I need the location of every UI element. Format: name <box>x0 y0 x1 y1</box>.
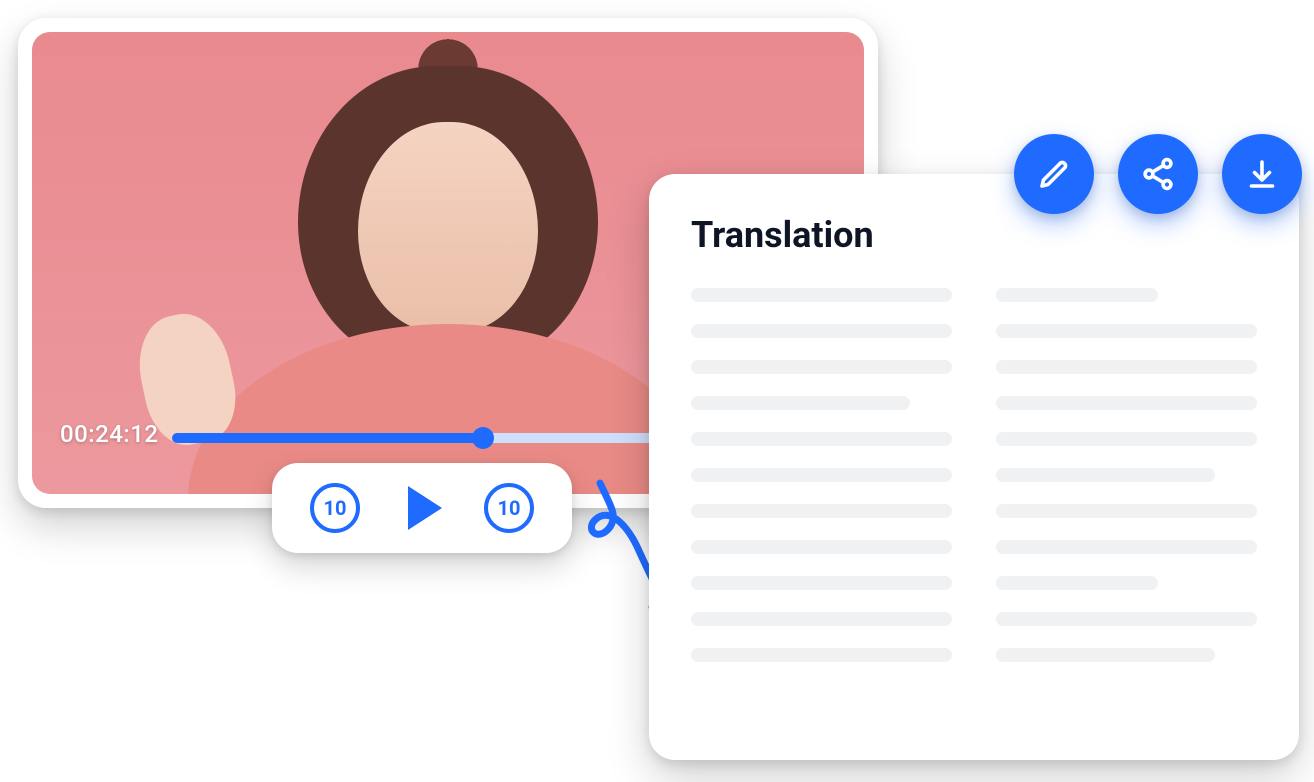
rewind-10-label: 10 <box>324 496 347 520</box>
translation-line <box>691 576 952 590</box>
translation-line <box>691 360 952 374</box>
translation-line <box>996 324 1257 338</box>
translation-line <box>691 540 952 554</box>
action-button-row <box>1014 134 1302 214</box>
translation-line <box>691 432 952 446</box>
translation-title: Translation <box>691 214 1257 256</box>
download-button[interactable] <box>1222 134 1302 214</box>
edit-button[interactable] <box>1014 134 1094 214</box>
rewind-10-button[interactable]: 10 <box>310 483 360 533</box>
share-icon <box>1140 156 1176 192</box>
translation-line <box>996 576 1158 590</box>
play-button[interactable] <box>394 480 450 536</box>
forward-10-button[interactable]: 10 <box>484 483 534 533</box>
video-timestamp: 00:24:12 <box>60 420 159 448</box>
translation-line <box>996 288 1158 302</box>
download-icon <box>1244 156 1280 192</box>
translation-line <box>691 288 952 302</box>
forward-10-label: 10 <box>498 496 521 520</box>
share-button[interactable] <box>1118 134 1198 214</box>
translation-line <box>996 612 1257 626</box>
translation-line <box>691 396 910 410</box>
translation-line <box>691 468 952 482</box>
translation-body <box>691 288 1257 662</box>
translation-line <box>996 360 1257 374</box>
pencil-icon <box>1036 156 1072 192</box>
translation-line <box>691 504 952 518</box>
translation-line <box>691 612 952 626</box>
subject-face <box>358 122 538 332</box>
translation-line <box>996 396 1257 410</box>
scrub-thumb[interactable] <box>472 427 494 449</box>
translation-line <box>691 324 952 338</box>
translation-panel: Translation <box>649 174 1299 760</box>
translation-line <box>996 540 1257 554</box>
translation-line <box>996 648 1215 662</box>
translation-line <box>996 468 1215 482</box>
translation-line <box>691 648 952 662</box>
play-icon <box>408 486 442 530</box>
playback-controls: 10 10 <box>272 463 572 553</box>
translation-line <box>996 504 1257 518</box>
translation-line <box>996 432 1257 446</box>
scrub-progress-fill <box>172 433 483 443</box>
